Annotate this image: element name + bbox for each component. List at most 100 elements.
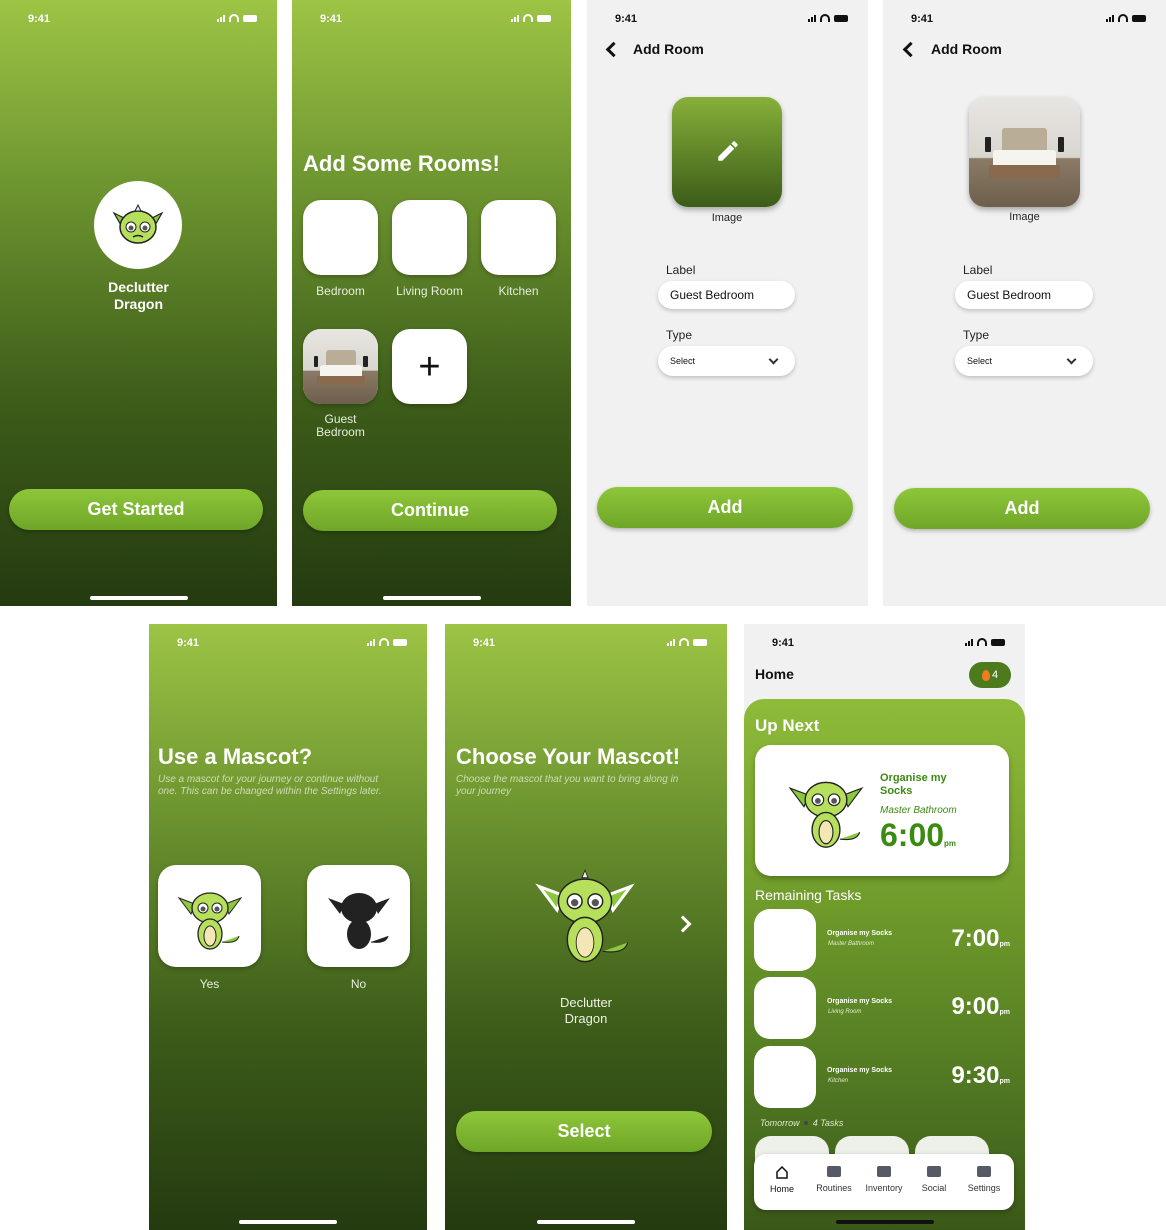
signal-icon xyxy=(965,638,973,646)
home-indicator xyxy=(835,1220,934,1224)
type-caption: Type xyxy=(666,328,693,342)
status-time: 9:41 xyxy=(28,13,51,25)
nav-item-inventory[interactable]: Inventory xyxy=(858,1154,910,1210)
mascot-dragon-icon xyxy=(535,869,635,963)
status-time: 9:41 xyxy=(473,637,496,649)
pencil-icon xyxy=(718,141,738,161)
room-tile-kitchen[interactable] xyxy=(481,200,556,275)
task-thumbnail xyxy=(754,1046,816,1108)
next-task-room: Master Bathroom xyxy=(880,805,957,816)
signal-icon xyxy=(511,14,519,22)
task-title: Organise my Socks xyxy=(827,998,892,1005)
status-bar: 9:41 xyxy=(772,637,1005,649)
wifi-icon xyxy=(1118,14,1128,22)
dragon-green-icon xyxy=(177,892,243,950)
continue-button[interactable]: Continue xyxy=(303,490,557,531)
label-input[interactable]: Guest Bedroom xyxy=(658,281,795,309)
nav-label-social: Social xyxy=(921,1183,947,1193)
get-started-button[interactable]: Get Started xyxy=(9,489,263,530)
label-caption: Label xyxy=(666,263,696,277)
home-icon xyxy=(776,1166,788,1179)
type-select-value: Select xyxy=(967,356,993,366)
page-title: Home xyxy=(755,666,794,682)
battery-icon xyxy=(991,638,1005,646)
next-mascot-chevron-icon[interactable] xyxy=(674,915,692,933)
add-room-tile[interactable]: + xyxy=(392,329,467,404)
task-room: Master Bathroom xyxy=(828,941,875,947)
label-input[interactable]: Guest Bedroom xyxy=(955,281,1093,309)
up-next-card[interactable]: Organise my Socks Master Bathroom 6:00pm xyxy=(755,745,1009,876)
tomorrow-row: Tomorrow 4 Tasks xyxy=(760,1118,843,1128)
signal-icon xyxy=(1106,14,1114,22)
mascot-name-line1: Declutter xyxy=(559,995,613,1010)
up-next-heading: Up Next xyxy=(755,716,820,735)
type-select[interactable]: Select xyxy=(955,346,1093,376)
home-indicator xyxy=(537,1220,635,1224)
room-tile-guest-bedroom[interactable] xyxy=(303,329,378,404)
task-ampm: pm xyxy=(999,941,1011,948)
room-label-kitchen: Kitchen xyxy=(498,284,539,298)
task-row[interactable]: Organise my Socks Living Room 9:00pm xyxy=(754,977,1010,1039)
plus-icon: + xyxy=(418,345,441,388)
wifi-icon xyxy=(379,638,389,646)
add-room-screen-filled: 9:41 Add Room Image Label Guest Bedroom … xyxy=(883,0,1166,606)
task-time-value: 7:00 xyxy=(951,925,1000,952)
home-indicator xyxy=(382,596,481,600)
wifi-icon xyxy=(523,14,533,22)
yes-label: Yes xyxy=(199,977,220,991)
add-button[interactable]: Add xyxy=(597,487,853,528)
wifi-icon xyxy=(977,638,987,646)
battery-icon xyxy=(393,638,407,646)
splash-screen: 9:41 Declutter Dragon Get Started xyxy=(0,0,277,606)
task-time: 7:00pm xyxy=(951,925,1010,953)
select-button[interactable]: Select xyxy=(456,1111,712,1152)
nav-item-routines[interactable]: Routines xyxy=(808,1154,860,1210)
status-time: 9:41 xyxy=(772,637,795,649)
room-tile-bedroom[interactable] xyxy=(303,200,378,275)
room-image-picker[interactable] xyxy=(969,97,1080,207)
battery-icon xyxy=(243,14,257,22)
battery-icon xyxy=(537,14,551,22)
inventory-icon xyxy=(877,1166,891,1177)
use-mascot-screen: 9:41 Use a Mascot? Use a mascot for your… xyxy=(149,624,427,1230)
nav-item-social[interactable]: Social xyxy=(908,1154,960,1210)
task-row[interactable]: Organise my Socks Master Bathroom 7:00pm xyxy=(754,909,1010,971)
add-button[interactable]: Add xyxy=(894,488,1150,529)
task-title: Organise my Socks xyxy=(827,930,892,937)
task-thumbnail xyxy=(754,909,816,971)
status-bar: 9:41 xyxy=(177,637,407,649)
social-icon xyxy=(927,1166,941,1177)
task-room: Living Room xyxy=(828,1009,862,1015)
task-ampm: pm xyxy=(999,1078,1011,1085)
room-tile-living-room[interactable] xyxy=(392,200,467,275)
task-title: Organise my Socks xyxy=(827,1067,892,1074)
add-room-screen-empty: 9:41 Add Room Image Label Guest Bedroom … xyxy=(587,0,868,606)
task-time-value: 9:30 xyxy=(951,1062,1000,1089)
task-time: 9:30pm xyxy=(951,1062,1010,1090)
task-thumbnail xyxy=(754,977,816,1039)
type-select[interactable]: Select xyxy=(658,346,795,376)
streak-badge[interactable]: 4 xyxy=(969,662,1011,688)
nav-item-home[interactable]: Home xyxy=(756,1154,808,1210)
nav-label-settings: Settings xyxy=(967,1183,1001,1193)
image-label: Image xyxy=(1009,211,1040,223)
dragon-silhouette-icon xyxy=(328,893,390,949)
flame-icon xyxy=(981,669,990,681)
status-time: 9:41 xyxy=(615,13,638,25)
next-task-title: Organise my Socks xyxy=(880,772,947,798)
tomorrow-count: 4 Tasks xyxy=(812,1118,844,1128)
back-arrow-icon[interactable] xyxy=(902,41,919,58)
no-option[interactable] xyxy=(307,865,410,967)
image-picker[interactable] xyxy=(672,97,782,207)
yes-option[interactable] xyxy=(158,865,261,967)
type-select-value: Select xyxy=(670,356,696,366)
tomorrow-label: Tomorrow xyxy=(760,1118,800,1128)
back-arrow-icon[interactable] xyxy=(605,41,622,58)
status-bar: 9:41 xyxy=(473,637,707,649)
nav-item-settings[interactable]: Settings xyxy=(958,1154,1010,1210)
battery-icon xyxy=(834,14,848,22)
chevron-down-icon xyxy=(1066,354,1077,365)
nav-label-home: Home xyxy=(769,1184,794,1194)
dot-separator-icon xyxy=(804,1121,809,1125)
task-row[interactable]: Organise my Socks Kitchen 9:30pm xyxy=(754,1046,1010,1108)
